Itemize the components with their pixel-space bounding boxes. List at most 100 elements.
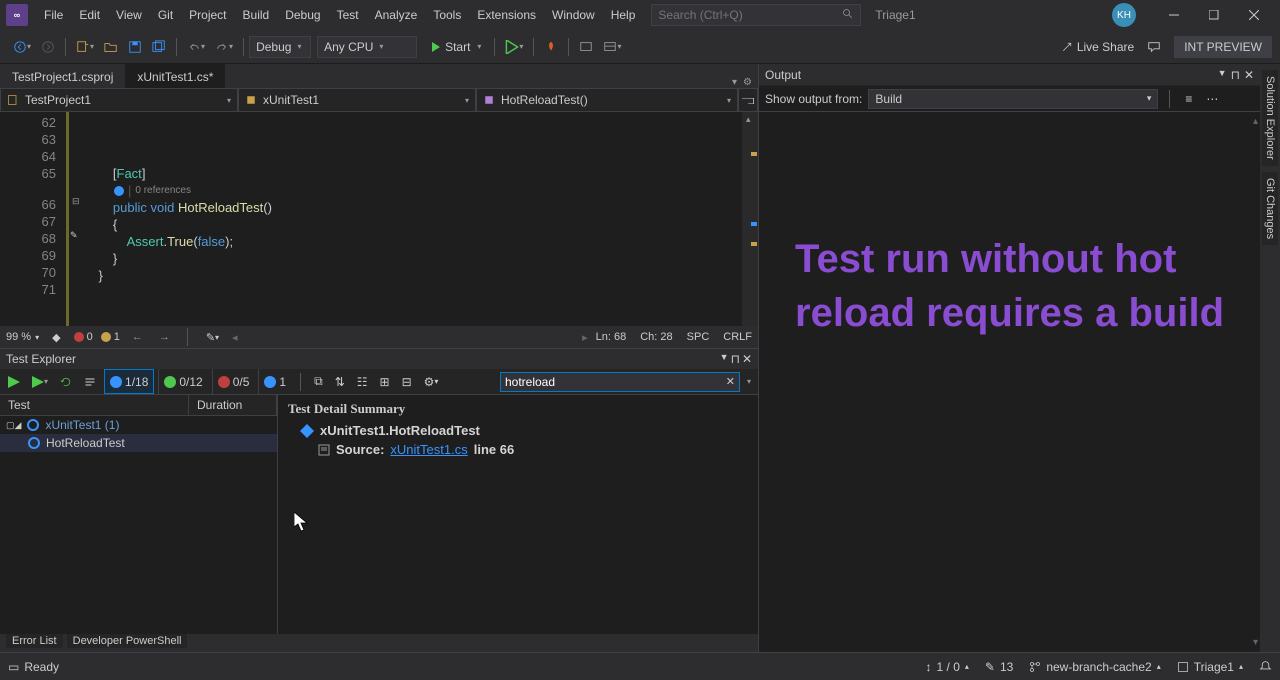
run-all-button[interactable] [4,374,24,390]
te-expand-button[interactable]: ⊞ [376,373,394,391]
output-scroll-up[interactable]: ▴ [1253,116,1258,127]
menu-analyze[interactable]: Analyze [367,0,426,30]
clear-search-icon[interactable]: ✕ [726,375,735,388]
count-pass[interactable]: 0/12 [179,375,202,389]
tab-settings-icon[interactable]: ⚙ [743,77,752,88]
menu-view[interactable]: View [108,0,150,30]
rail-git-changes[interactable]: Git Changes [1262,172,1278,245]
test-search-input[interactable] [505,375,726,389]
live-share-button[interactable]: Live Share [1061,40,1134,54]
te-filter-button[interactable]: ⇅ [331,373,349,391]
save-all-button[interactable] [147,37,171,57]
search-options-icon[interactable]: ▾ [744,377,754,386]
repeat-button[interactable] [56,374,76,390]
platform-dropdown[interactable]: Any CPU [317,36,417,58]
redo-button[interactable]: ▾ [210,37,238,57]
tab-error-list[interactable]: Error List [6,634,63,648]
status-bell-icon[interactable] [1259,660,1272,673]
editor-scrollbar[interactable]: ▴ [742,112,758,326]
tb-extra-1[interactable] [574,37,598,57]
code-area[interactable]: [Fact] |0 references public void HotRelo… [84,112,742,326]
panel-close-icon[interactable]: ✕ [742,352,752,366]
tab-csproj[interactable]: TestProject1.csproj [0,64,125,88]
menu-window[interactable]: Window [544,0,603,30]
status-repo[interactable]: Triage1▴ [1177,660,1243,674]
output-clear-button[interactable]: ≡ [1181,90,1196,108]
nav-class-dropdown[interactable]: xUnitTest1 [238,88,476,112]
panel-pin-icon[interactable]: ⊓ [731,352,740,366]
prev-issue-button[interactable]: ← [128,331,147,343]
int-preview-badge[interactable]: INT PREVIEW [1174,36,1272,58]
menu-git[interactable]: Git [150,0,181,30]
codelens-icon[interactable] [114,186,124,196]
nav-split-button[interactable]: ⫎ [738,88,758,112]
zoom-level[interactable]: 99 % [6,331,39,343]
config-dropdown[interactable]: Debug [249,36,311,58]
save-button[interactable] [123,37,147,57]
menu-build[interactable]: Build [235,0,278,30]
menu-test[interactable]: Test [329,0,367,30]
col-duration[interactable]: Duration [189,395,277,415]
run-button[interactable]: ▾ [28,374,52,390]
open-button[interactable] [99,37,123,57]
te-settings-button[interactable]: ⚙▾ [420,373,443,391]
nav-member-dropdown[interactable]: HotReloadTest() [476,88,738,112]
hot-reload-button[interactable] [539,37,563,57]
code-editor[interactable]: 62636465 666768697071 ⊟ ✎ [Fact] |0 refe… [0,112,758,326]
track-changes-icon[interactable]: ✎▾ [201,328,224,347]
codelens-refs[interactable]: 0 references [135,182,191,199]
nav-back-button[interactable]: ▾ [8,37,36,57]
tb-extra-2[interactable]: ▾ [598,37,626,57]
status-selection[interactable]: ↕1 / 0▴ [926,660,969,674]
col-test[interactable]: Test [0,395,189,415]
output-pin-icon[interactable]: ⊓ [1231,68,1240,82]
te-group-button[interactable]: ☷ [353,373,372,391]
menu-help[interactable]: Help [603,0,644,30]
menu-extensions[interactable]: Extensions [469,0,544,30]
menu-file[interactable]: File [36,0,71,30]
panel-dropdown-icon[interactable]: ▼ [720,352,729,366]
feedback-button[interactable] [1142,37,1166,57]
tree-item-hotreloadtest[interactable]: HotReloadTest [0,434,277,452]
status-branch[interactable]: new-branch-cache2▴ [1029,660,1160,674]
maximize-button[interactable] [1194,0,1234,30]
output-close-icon[interactable]: ✕ [1244,68,1254,82]
issues-icon[interactable]: ◆ [47,328,65,347]
output-scroll-down[interactable]: ▾ [1253,637,1258,648]
count-notrun[interactable]: 1 [279,375,286,389]
tab-overflow-icon[interactable]: ▾ [732,77,737,88]
output-source-dropdown[interactable]: Build [868,89,1158,109]
menu-tools[interactable]: Tools [425,0,469,30]
test-search-box[interactable]: ✕ [500,372,740,392]
menu-edit[interactable]: Edit [71,0,108,30]
output-dropdown-icon[interactable]: ▼ [1218,68,1227,82]
status-char[interactable]: ✎13 [985,660,1013,674]
nav-project-dropdown[interactable]: TestProject1 [0,88,238,112]
next-issue-button[interactable]: → [155,331,174,343]
undo-button[interactable]: ▾ [182,37,210,57]
te-view-button[interactable]: ⧉ [310,372,327,391]
start-without-debug-button[interactable]: ▾ [500,37,528,57]
tab-xunittest[interactable]: xUnitTest1.cs* [125,64,225,88]
te-collapse-button[interactable]: ⊟ [398,373,416,391]
tab-dev-powershell[interactable]: Developer PowerShell [67,634,188,648]
count-fail[interactable]: 0/5 [233,375,250,389]
output-body[interactable]: ▴ Test run without hot reload requires a… [759,112,1260,652]
new-item-button[interactable]: ▾ [71,37,99,57]
nav-fwd-button[interactable] [36,37,60,57]
minimize-button[interactable] [1154,0,1194,30]
close-button[interactable] [1234,0,1274,30]
playlist-button[interactable] [80,374,100,390]
line-ending[interactable]: CRLF [723,331,752,343]
global-search-input[interactable] [658,8,842,22]
menu-project[interactable]: Project [181,0,234,30]
output-wrap-button[interactable]: ⋯ [1202,90,1222,108]
count-total[interactable]: 1/18 [125,375,148,389]
tree-root[interactable]: ▢◢ xUnitTest1 (1) [0,416,277,434]
menu-debug[interactable]: Debug [277,0,328,30]
indent-mode[interactable]: SPC [687,331,710,343]
global-search[interactable] [651,4,861,26]
source-file-link[interactable]: xUnitTest1.cs [390,442,467,457]
start-debug-button[interactable]: Start▾ [423,40,489,54]
avatar[interactable]: KH [1112,3,1136,27]
